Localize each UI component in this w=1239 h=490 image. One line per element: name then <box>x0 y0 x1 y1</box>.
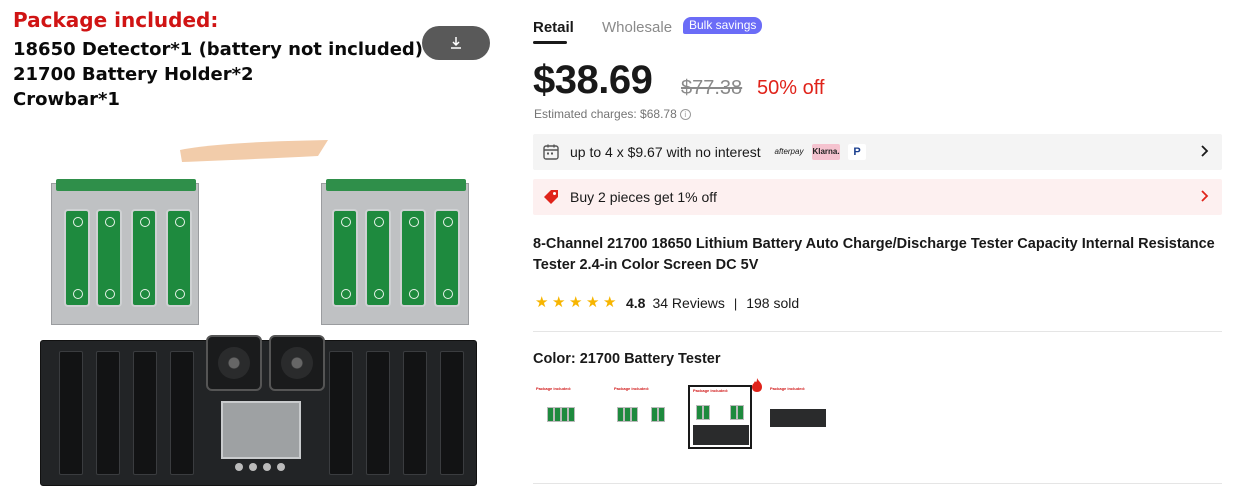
promo-text: Buy 2 pieces get 1% off <box>570 189 717 205</box>
afterpay-logo: afterpay <box>774 147 804 156</box>
product-image[interactable]: Package included: 18650 Detector*1 (batt… <box>0 0 505 490</box>
star-icon: ★ <box>603 294 617 311</box>
hot-flame-icon <box>752 378 762 392</box>
divider <box>533 483 1222 484</box>
thumb-caption: Package included: <box>614 386 650 391</box>
original-price: $77.38 <box>681 77 743 99</box>
color-option-18650-detector[interactable]: Package included: <box>533 385 597 449</box>
estimated-charges-text: Estimated charges: $68.78 <box>534 107 677 121</box>
tab-retail-underline <box>533 41 567 44</box>
star-icon: ★ <box>535 294 549 311</box>
tab-retail[interactable]: Retail <box>533 19 574 36</box>
estimated-charges: Estimated charges: $68.78 i <box>534 107 691 121</box>
klarna-logo: Klarna. <box>812 144 840 160</box>
tag-icon <box>544 190 558 204</box>
rating-value: 4.8 <box>626 295 646 311</box>
color-option-21700-battery-tester[interactable]: Package included: <box>688 385 752 449</box>
sold-count: 198 sold <box>746 295 800 311</box>
star-rating: ★ ★ ★ ★ ★ <box>535 294 617 311</box>
installment-bar[interactable]: up to 4 x $9.67 with no interest afterpa… <box>533 134 1222 170</box>
thumb-caption: Package included: <box>770 386 806 391</box>
reviews-link[interactable]: 34 Reviews <box>652 295 724 311</box>
thumb-caption: Package included: <box>693 388 729 393</box>
info-icon[interactable]: i <box>679 109 691 120</box>
star-icon: ★ <box>586 294 600 311</box>
lcd-screen <box>221 401 301 459</box>
tab-wholesale[interactable]: Wholesale <box>602 19 672 36</box>
package-line-holder: 21700 Battery Holder*2 <box>13 64 254 85</box>
star-icon: ★ <box>569 294 583 311</box>
star-icon: ★ <box>552 294 566 311</box>
bulk-savings-badge: Bulk savings <box>683 17 763 34</box>
package-title: Package included: <box>13 8 219 32</box>
divider <box>533 331 1222 332</box>
color-option-18650-tester[interactable]: Package included: <box>767 385 831 449</box>
package-line-crowbar: Crowbar*1 <box>13 89 120 110</box>
crowbar-illustration <box>180 140 328 162</box>
discount-label: 50% off <box>757 77 825 99</box>
chevron-right-icon <box>1200 188 1210 204</box>
detector-board <box>40 335 477 486</box>
download-button[interactable] <box>422 26 490 60</box>
product-title: 8-Channel 21700 18650 Lithium Battery Au… <box>533 236 1215 273</box>
color-label: Color: 21700 Battery Tester <box>533 351 721 367</box>
calendar-icon <box>543 144 559 160</box>
installment-text: up to 4 x $9.67 with no interest <box>570 144 761 160</box>
color-option-battery-holder[interactable]: Package included: <box>611 385 675 449</box>
thumb-caption: Package included: <box>536 386 572 391</box>
rating-row[interactable]: ★ ★ ★ ★ ★ 4.8 34 Reviews | 198 sold <box>535 294 799 312</box>
package-line-detector: 18650 Detector*1 (battery not included) <box>13 39 424 60</box>
promo-bar[interactable]: Buy 2 pieces get 1% off <box>533 179 1222 215</box>
chevron-right-icon <box>1200 143 1210 159</box>
paypal-logo: P <box>848 144 866 160</box>
separator: | <box>733 295 738 311</box>
download-icon <box>451 37 461 49</box>
battery-holder-left <box>51 179 199 325</box>
current-price: $38.69 <box>533 58 653 102</box>
battery-holder-right <box>321 179 469 325</box>
